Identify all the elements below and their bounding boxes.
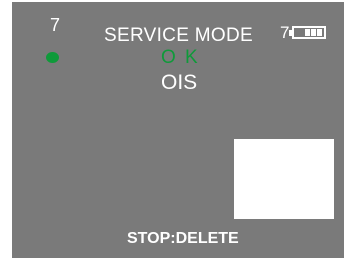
test-name: OIS	[161, 71, 198, 94]
test-status: O K	[161, 47, 200, 68]
mode-title: SERVICE MODE	[104, 25, 253, 46]
camera-display: 7 SERVICE MODE 7 O K OIS STOP:DELETE	[12, 2, 344, 258]
delete-hint: STOP:DELETE	[127, 230, 239, 247]
battery-bar	[305, 29, 310, 36]
battery-icon	[289, 26, 326, 39]
shot-counter: 7	[50, 15, 61, 35]
battery-bar	[311, 29, 316, 36]
preview-thumbnail	[234, 139, 334, 219]
status-indicator-dot	[46, 52, 59, 63]
battery-bar	[317, 29, 322, 36]
